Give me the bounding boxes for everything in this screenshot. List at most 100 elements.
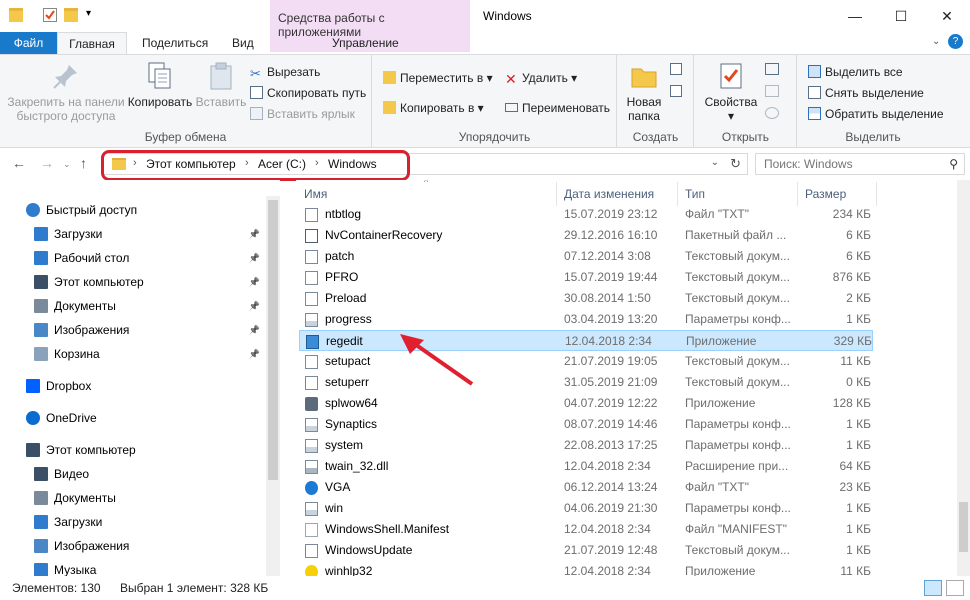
column-header-date[interactable]: Дата изменения xyxy=(564,187,654,201)
table-row[interactable]: splwow64 04.07.2019 12:22 Приложение 128 КБ xyxy=(299,393,873,414)
easy-access-icon[interactable] xyxy=(670,85,682,97)
table-row[interactable]: progress 03.04.2019 13:20 Параметры конф..… xyxy=(299,309,873,330)
nav-item[interactable]: Dropbox xyxy=(0,375,262,397)
nav-item-label: Видео xyxy=(54,467,90,481)
nav-item[interactable]: Документы xyxy=(0,487,262,509)
table-row[interactable]: ntbtlog 15.07.2019 23:12 Файл "TXT" 234 КБ xyxy=(299,204,873,225)
select-none-button[interactable]: Снять выделение xyxy=(808,84,924,102)
nav-item[interactable]: Изображения 📌 xyxy=(0,319,262,341)
new-item-icon[interactable] xyxy=(670,63,682,75)
paste-shortcut-button[interactable]: Вставить ярлык xyxy=(250,105,355,123)
history-icon[interactable] xyxy=(765,107,779,119)
rename-button[interactable]: Переименовать xyxy=(505,99,610,117)
copy-path-button[interactable]: Скопировать путь xyxy=(250,84,366,102)
status-bar: Элементов: 130 Выбран 1 элемент: 328 КБ xyxy=(0,576,970,600)
table-row[interactable]: PFRO 15.07.2019 19:44 Текстовый докум... 87… xyxy=(299,267,873,288)
close-button[interactable]: ✕ xyxy=(924,0,970,32)
nav-item[interactable]: Загрузки 📌 xyxy=(0,223,262,245)
maximize-button[interactable]: ☐ xyxy=(878,0,924,32)
table-row[interactable]: setuperr 31.05.2019 21:09 Текстовый докум.… xyxy=(299,372,873,393)
table-row[interactable]: regedit 12.04.2018 2:34 Приложение 329 КБ xyxy=(299,330,873,351)
table-row[interactable]: VGA 06.12.2014 13:24 Файл "TXT" 23 КБ xyxy=(299,477,873,498)
nav-item[interactable]: Видео xyxy=(0,463,262,485)
refresh-icon[interactable]: ↻ xyxy=(730,156,741,172)
table-row[interactable]: setupact 21.07.2019 19:05 Текстовый докум.… xyxy=(299,351,873,372)
nav-item[interactable]: Быстрый доступ xyxy=(0,199,262,221)
back-arrow-icon[interactable]: ← xyxy=(12,155,26,171)
new-folder-quick-icon[interactable] xyxy=(64,8,78,22)
nav-item[interactable]: Документы 📌 xyxy=(0,295,262,317)
copy-button[interactable]: Копировать xyxy=(126,61,194,109)
table-row[interactable]: WindowsShell.Manifest 12.04.2018 2:34 Файл… xyxy=(299,519,873,540)
paste-button[interactable]: Вставить xyxy=(194,61,248,109)
new-folder-button[interactable]: Новая папка xyxy=(624,61,664,123)
file-type: Пакетный файл ... xyxy=(685,228,787,242)
table-row[interactable]: NvContainerRecovery 29.12.2016 16:10 Пакет… xyxy=(299,225,873,246)
table-row[interactable]: Synaptics 08.07.2019 14:46 Параметры конф.… xyxy=(299,414,873,435)
table-row[interactable]: winhlp32 12.04.2018 2:34 Приложение 11 КБ xyxy=(299,561,873,576)
column-header-size[interactable]: Размер xyxy=(805,187,846,201)
recent-locations-icon[interactable]: ⌄ xyxy=(63,159,71,170)
invert-selection-button[interactable]: Обратить выделение xyxy=(808,105,944,123)
pin-icon[interactable]: 📌 xyxy=(249,223,260,245)
nav-item[interactable]: Загрузки xyxy=(0,511,262,533)
nav-item[interactable]: Рабочий стол 📌 xyxy=(0,247,262,269)
tab-view[interactable]: Вид xyxy=(220,32,266,54)
up-arrow-icon[interactable]: ↑ xyxy=(80,155,87,171)
pin-icon[interactable]: 📌 xyxy=(249,271,260,293)
move-to-button[interactable]: Переместить в ▾ xyxy=(383,69,493,87)
music-icon xyxy=(34,563,48,576)
large-icons-view-icon[interactable] xyxy=(946,580,964,596)
nav-item[interactable]: Музыка xyxy=(0,559,262,576)
cut-button[interactable]: ✂ Вырезать xyxy=(250,63,320,81)
nav-item-label: Этот компьютер xyxy=(46,443,136,457)
nav-item[interactable]: Изображения xyxy=(0,535,262,557)
ribbon-collapse-icon[interactable]: ⌄ xyxy=(932,36,940,47)
help-icon[interactable]: ? xyxy=(948,34,963,49)
tab-manage[interactable]: Управление xyxy=(320,32,411,54)
tab-share[interactable]: Поделиться xyxy=(130,32,220,54)
column-divider[interactable] xyxy=(797,182,798,206)
tab-home[interactable]: Главная xyxy=(57,32,127,54)
nav-item[interactable]: Этот компьютер xyxy=(0,439,262,461)
delete-button[interactable]: ✕ Удалить ▾ xyxy=(505,69,577,87)
properties-quick-icon[interactable] xyxy=(43,8,57,22)
properties-button[interactable]: Свойства ▾ xyxy=(703,61,759,123)
pin-icon[interactable]: 📌 xyxy=(249,295,260,317)
nav-item-label: Загрузки xyxy=(54,227,103,241)
file-list-scrollbar-thumb[interactable] xyxy=(959,502,968,552)
table-row[interactable]: twain_32.dll 12.04.2018 2:34 Расширение пр… xyxy=(299,456,873,477)
table-row[interactable]: Preload 30.08.2014 1:50 Текстовый докум...… xyxy=(299,288,873,309)
table-row[interactable]: system 22.08.2013 17:25 Параметры конф... 1… xyxy=(299,435,873,456)
nav-scrollbar-thumb[interactable] xyxy=(268,200,278,480)
edit-icon[interactable] xyxy=(765,85,779,97)
nav-scrollbar[interactable] xyxy=(266,196,280,576)
pin-icon[interactable]: 📌 xyxy=(249,343,260,365)
table-row[interactable]: patch 07.12.2014 3:08 Текстовый докум... 6 … xyxy=(299,246,873,267)
copy-to-button[interactable]: Копировать в ▾ xyxy=(383,99,484,117)
column-divider[interactable] xyxy=(677,182,678,206)
column-divider[interactable] xyxy=(556,182,557,206)
nav-item[interactable]: OneDrive xyxy=(0,407,262,429)
column-header-name[interactable]: Имя xyxy=(304,187,327,201)
open-icon[interactable] xyxy=(765,63,779,75)
forward-arrow-icon[interactable]: → xyxy=(40,155,54,171)
table-row[interactable]: WindowsUpdate 21.07.2019 12:48 Текстовый д… xyxy=(299,540,873,561)
column-header-type[interactable]: Тип xyxy=(685,187,705,201)
pin-quick-access-button[interactable]: Закрепить на панели быстрого доступа xyxy=(6,61,126,123)
search-input[interactable] xyxy=(764,154,944,174)
search-box[interactable]: ⚲ xyxy=(755,153,965,175)
nav-item[interactable]: Этот компьютер 📌 xyxy=(0,271,262,293)
select-all-button[interactable]: Выделить все xyxy=(808,63,903,81)
quick-access-dropdown-icon[interactable]: ▾ xyxy=(86,8,91,19)
file-list-scrollbar[interactable] xyxy=(957,180,970,576)
address-dropdown-icon[interactable]: ⌄ xyxy=(711,157,719,168)
table-row[interactable]: win 04.06.2019 21:30 Параметры конф... 1 КБ xyxy=(299,498,873,519)
nav-item[interactable]: Корзина 📌 xyxy=(0,343,262,365)
tab-file[interactable]: Файл xyxy=(0,32,57,54)
pin-icon[interactable]: 📌 xyxy=(249,319,260,341)
details-view-icon[interactable] xyxy=(924,580,942,596)
pin-icon[interactable]: 📌 xyxy=(249,247,260,269)
column-divider[interactable] xyxy=(876,182,877,206)
minimize-button[interactable]: — xyxy=(832,0,878,32)
